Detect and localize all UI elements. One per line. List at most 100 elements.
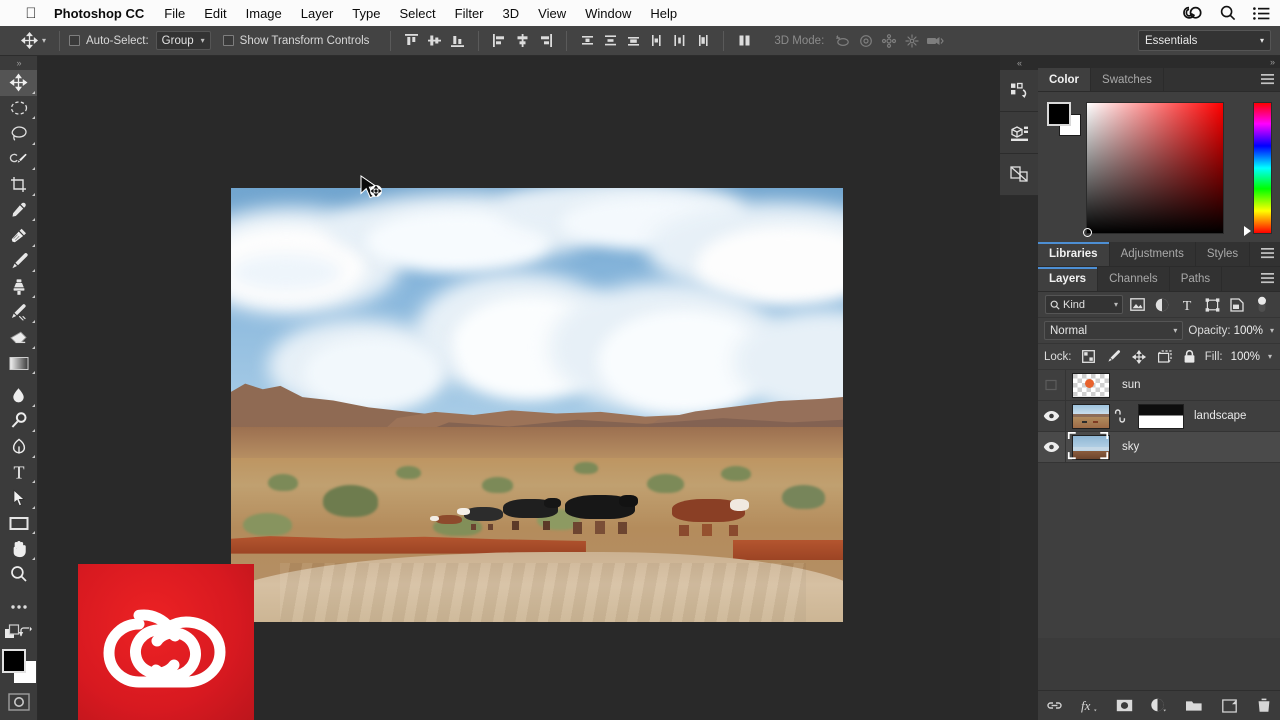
align-top-edges-icon[interactable] — [400, 29, 423, 53]
tool-default-foreground-background[interactable] — [0, 620, 37, 646]
layer-row-landscape[interactable]: landscape — [1038, 400, 1280, 432]
tab-channels[interactable]: Channels — [1098, 267, 1170, 291]
filter-adjustment-layers-icon[interactable] — [1151, 294, 1173, 316]
distribute-horizontal-centers-icon[interactable] — [668, 29, 691, 53]
tools-panel-collapse-handle[interactable]: » — [0, 56, 37, 70]
new-fill-adjustment-layer-icon[interactable] — [1150, 697, 1168, 715]
tab-paths[interactable]: Paths — [1169, 267, 1223, 291]
filter-shape-layers-icon[interactable] — [1201, 294, 1223, 316]
workspace-switcher-dropdown[interactable]: Essentials ▾ — [1138, 30, 1271, 51]
app-name-label[interactable]: Photoshop CC — [54, 6, 144, 21]
tool-rectangle[interactable] — [0, 511, 37, 537]
add-layer-style-icon[interactable]: fx — [1080, 697, 1098, 715]
tool-quick-mask[interactable] — [0, 687, 37, 717]
tab-adjustments[interactable]: Adjustments — [1109, 242, 1196, 266]
apple-logo-icon[interactable]:  — [22, 6, 40, 21]
document-canvas-area[interactable] — [38, 56, 1000, 720]
color-panel[interactable] — [1038, 92, 1280, 242]
auto-select-scope-dropdown[interactable]: Group ▾ — [155, 31, 211, 50]
chevron-down-icon[interactable]: ▾ — [1270, 326, 1274, 335]
tool-clone-stamp[interactable] — [0, 274, 37, 300]
menu-item-select[interactable]: Select — [399, 6, 435, 21]
tool-eraser[interactable] — [0, 325, 37, 351]
menu-item-layer[interactable]: Layer — [301, 6, 334, 21]
show-transform-controls-checkbox[interactable] — [222, 35, 234, 46]
link-layers-icon[interactable] — [1045, 697, 1063, 715]
layer-list-empty-area[interactable] — [1038, 463, 1280, 638]
tool-move[interactable] — [0, 70, 37, 96]
opacity-value[interactable]: 100% — [1234, 325, 1263, 337]
tool-quick-selection[interactable] — [0, 147, 37, 173]
new-layer-icon[interactable] — [1220, 697, 1238, 715]
history-panel-icon[interactable] — [1000, 70, 1038, 112]
opacity-control[interactable]: Opacity: 100% ▾ — [1188, 325, 1274, 337]
distribute-vertical-centers-icon[interactable] — [599, 29, 622, 53]
menu-item-filter[interactable]: Filter — [455, 6, 484, 21]
sun-thumbnail[interactable] — [1072, 372, 1110, 398]
move-tool-icon[interactable] — [18, 31, 40, 50]
lock-all-icon[interactable] — [1179, 346, 1200, 368]
foreground-background-swatches[interactable] — [0, 645, 37, 687]
layer-visibility-toggle-sun[interactable] — [1038, 369, 1066, 401]
distribute-right-edges-icon[interactable] — [691, 29, 714, 53]
layer-row-sky[interactable]: sky — [1038, 431, 1280, 463]
layer-mask-link-icon[interactable] — [1114, 407, 1126, 425]
panel-menu-icon[interactable] — [1261, 74, 1274, 85]
distribute-left-edges-icon[interactable] — [645, 29, 668, 53]
foreground-color-swatch[interactable] — [1047, 102, 1071, 126]
distribute-top-edges-icon[interactable] — [576, 29, 599, 53]
list-menu-icon[interactable] — [1253, 6, 1270, 20]
device-preview-panel-icon[interactable] — [1000, 112, 1038, 154]
tab-layers[interactable]: Layers — [1038, 267, 1099, 291]
panel-menu-icon[interactable] — [1261, 273, 1274, 284]
layer-visibility-toggle-sky[interactable] — [1038, 431, 1066, 463]
align-bottom-edges-icon[interactable] — [446, 29, 469, 53]
tool-lasso[interactable] — [0, 121, 37, 147]
color-field-marker[interactable] — [1083, 228, 1092, 237]
tool-dodge[interactable] — [0, 409, 37, 435]
filter-pixel-layers-icon[interactable] — [1126, 294, 1148, 316]
document-image[interactable] — [231, 188, 843, 622]
lock-position-icon[interactable] — [1128, 346, 1149, 368]
layer-name-sun[interactable]: sun — [1122, 379, 1141, 391]
tool-gradient[interactable] — [0, 351, 37, 377]
dock-expand-handle[interactable]: « — [1000, 56, 1038, 70]
tool-brush[interactable] — [0, 249, 37, 275]
tool-history-brush[interactable] — [0, 300, 37, 326]
tab-styles[interactable]: Styles — [1195, 242, 1251, 266]
tool-zoom[interactable] — [0, 562, 37, 588]
saturation-value-field[interactable] — [1083, 102, 1224, 237]
tool-crop[interactable] — [0, 172, 37, 198]
menu-item-3d[interactable]: 3D — [503, 6, 520, 21]
new-group-icon[interactable] — [1185, 697, 1203, 715]
tool-edit-toolbar[interactable] — [0, 594, 37, 620]
tab-libraries[interactable]: Libraries — [1038, 242, 1110, 266]
layer-visibility-toggle-landscape[interactable] — [1038, 400, 1066, 432]
tab-color[interactable]: Color — [1038, 68, 1092, 91]
delete-layer-icon[interactable] — [1255, 697, 1273, 715]
align-left-edges-icon[interactable] — [488, 29, 511, 53]
blend-mode-dropdown[interactable]: Normal ▾ — [1044, 321, 1184, 340]
color-panel-swatches[interactable] — [1047, 102, 1081, 136]
align-horizontal-centers-icon[interactable] — [511, 29, 534, 53]
hue-slider[interactable] — [1253, 102, 1272, 234]
tab-swatches[interactable]: Swatches — [1091, 68, 1164, 91]
align-right-edges-icon[interactable] — [534, 29, 557, 53]
menu-item-image[interactable]: Image — [246, 6, 282, 21]
menu-item-view[interactable]: View — [538, 6, 566, 21]
panel-menu-icon[interactable] — [1261, 248, 1274, 259]
landscape-layer-mask-thumbnail[interactable] — [1138, 403, 1184, 429]
filter-toggle-switch[interactable] — [1251, 294, 1273, 316]
menu-item-window[interactable]: Window — [585, 6, 631, 21]
auto-select-checkbox[interactable] — [69, 35, 81, 46]
align-vertical-centers-icon[interactable] — [423, 29, 446, 53]
chevron-down-icon[interactable]: ▾ — [1268, 352, 1272, 361]
layer-name-landscape[interactable]: landscape — [1194, 410, 1246, 422]
add-layer-mask-icon[interactable] — [1115, 697, 1133, 715]
properties-panel-icon[interactable] — [1000, 154, 1038, 196]
foreground-color-swatch[interactable] — [1, 649, 26, 673]
lock-image-pixels-icon[interactable] — [1103, 346, 1124, 368]
panel-dock-collapse-handle[interactable]: » — [1038, 56, 1280, 68]
layer-row-sun[interactable]: sun — [1038, 369, 1280, 401]
lock-transparent-pixels-icon[interactable] — [1078, 346, 1099, 368]
